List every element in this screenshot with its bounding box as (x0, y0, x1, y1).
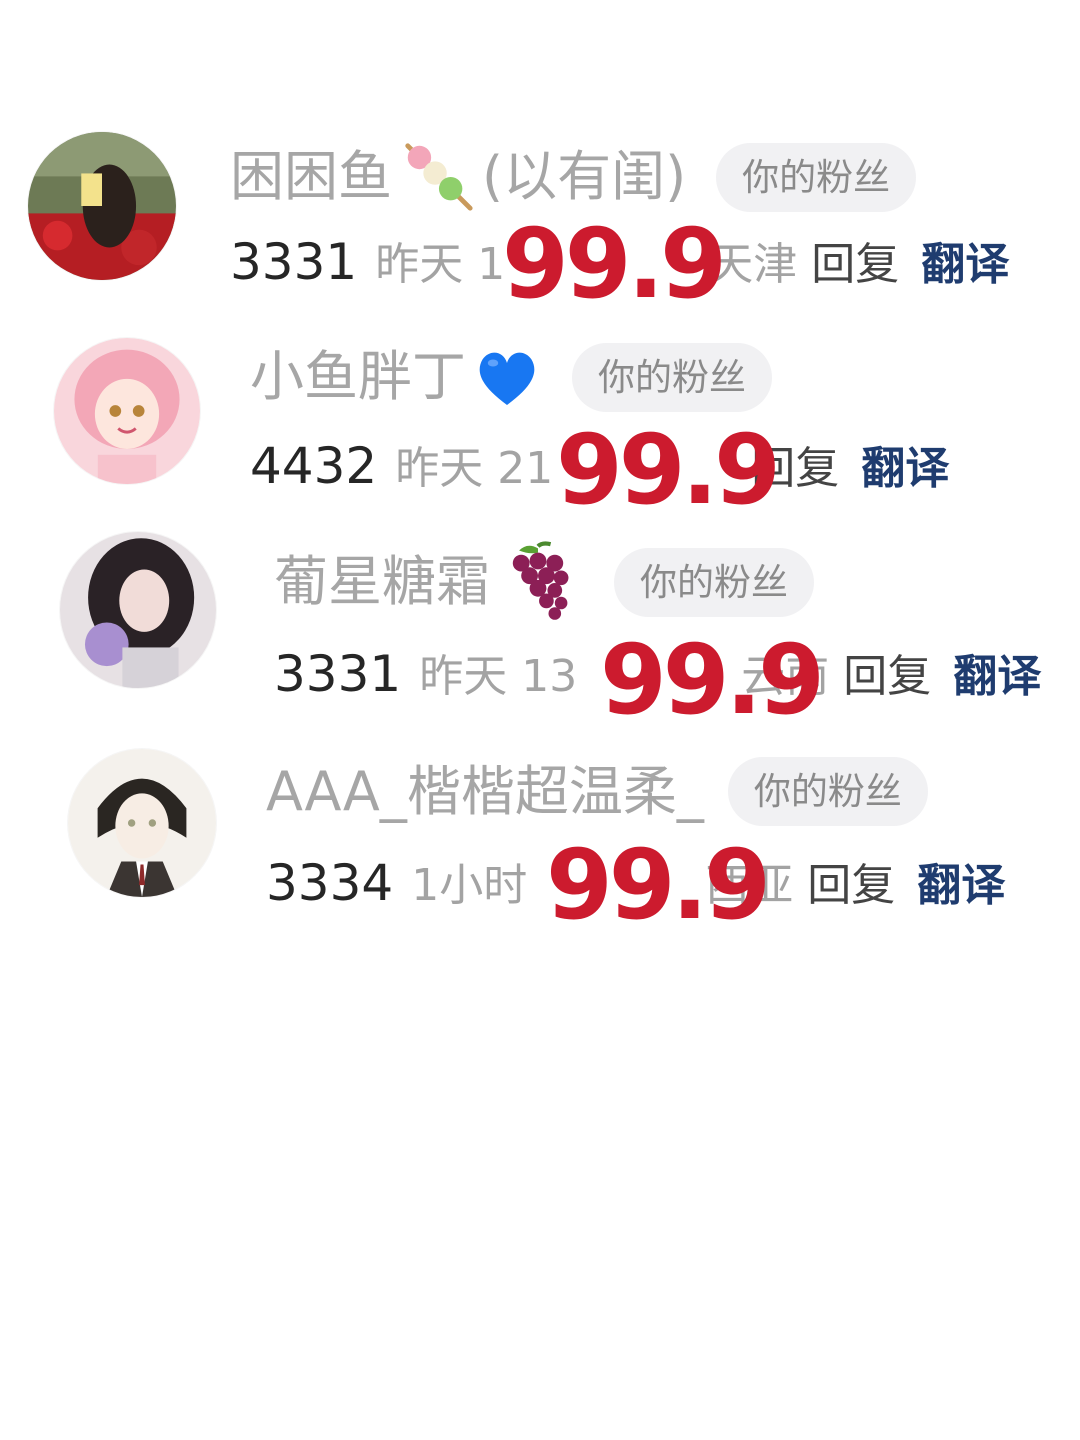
translate-button[interactable]: 翻译 (917, 849, 1005, 913)
translate-button[interactable]: 翻译 (953, 640, 1041, 704)
fan-badge: 你的粉丝 (716, 142, 917, 212)
avatar-illustration-icon (68, 749, 216, 897)
comment-item: 困困鱼 (以有闺) 你的粉丝 3331 昨天 1 天津 回复 翻译 99.9 (0, 120, 1080, 312)
fan-badge: 你的粉丝 (572, 342, 772, 412)
comment-date: 昨天 (375, 239, 464, 290)
overlay-number: 99.9 (556, 414, 781, 526)
like-count: 3331 (274, 645, 402, 703)
comment-time: 13 (521, 651, 578, 702)
dango-icon (398, 138, 476, 216)
like-count: 4432 (250, 437, 378, 495)
avatar-portrait-icon (60, 532, 216, 688)
comment-date: 昨天 (395, 443, 484, 494)
reply-button[interactable]: 回复 (807, 849, 895, 913)
comment-item: 小鱼胖丁 你的粉丝 4432 昨天 21 回复 翻译 99.9 (0, 330, 1080, 518)
nickname-suffix: (以有闺) (482, 145, 687, 208)
reply-button[interactable]: 回复 (843, 640, 931, 704)
overlay-number: 99.9 (600, 624, 825, 736)
reply-button[interactable]: 回复 (811, 228, 899, 292)
grapes-icon (496, 540, 580, 624)
nickname[interactable]: 葡星糖霜 (274, 555, 490, 609)
nickname[interactable]: 困困鱼 (230, 150, 392, 204)
blue-heart-icon (472, 342, 542, 412)
avatar[interactable] (60, 532, 216, 688)
comment-date: 昨天 (419, 651, 508, 702)
avatar-anime-icon (54, 338, 200, 484)
translate-button[interactable]: 翻译 (861, 432, 949, 496)
avatar[interactable] (54, 338, 200, 484)
translate-button[interactable]: 翻译 (921, 228, 1009, 292)
nickname[interactable]: 小鱼胖丁 (250, 350, 466, 404)
like-count: 3334 (266, 854, 394, 912)
comment-time: 21 (497, 443, 554, 494)
avatar-photo-icon (28, 132, 176, 280)
comment-item: 葡星糖霜 你的粉丝 3331 昨天 13 云南 回复 翻译 99.9 (0, 530, 1080, 728)
comment-date: 1小时 (411, 860, 528, 911)
overlay-number: 99.9 (546, 829, 771, 941)
comment-item: AAA_楷楷超温柔_ 你的粉丝 3334 1小时 西亚 回复 翻译 99.9 (0, 745, 1080, 933)
avatar[interactable] (28, 132, 176, 280)
fan-badge: 你的粉丝 (727, 757, 928, 826)
avatar[interactable] (68, 749, 216, 897)
fan-badge: 你的粉丝 (614, 547, 814, 617)
overlay-number: 99.9 (502, 208, 727, 320)
like-count: 3331 (230, 233, 358, 291)
nickname[interactable]: AAA_楷楷超温柔_ (266, 764, 704, 819)
